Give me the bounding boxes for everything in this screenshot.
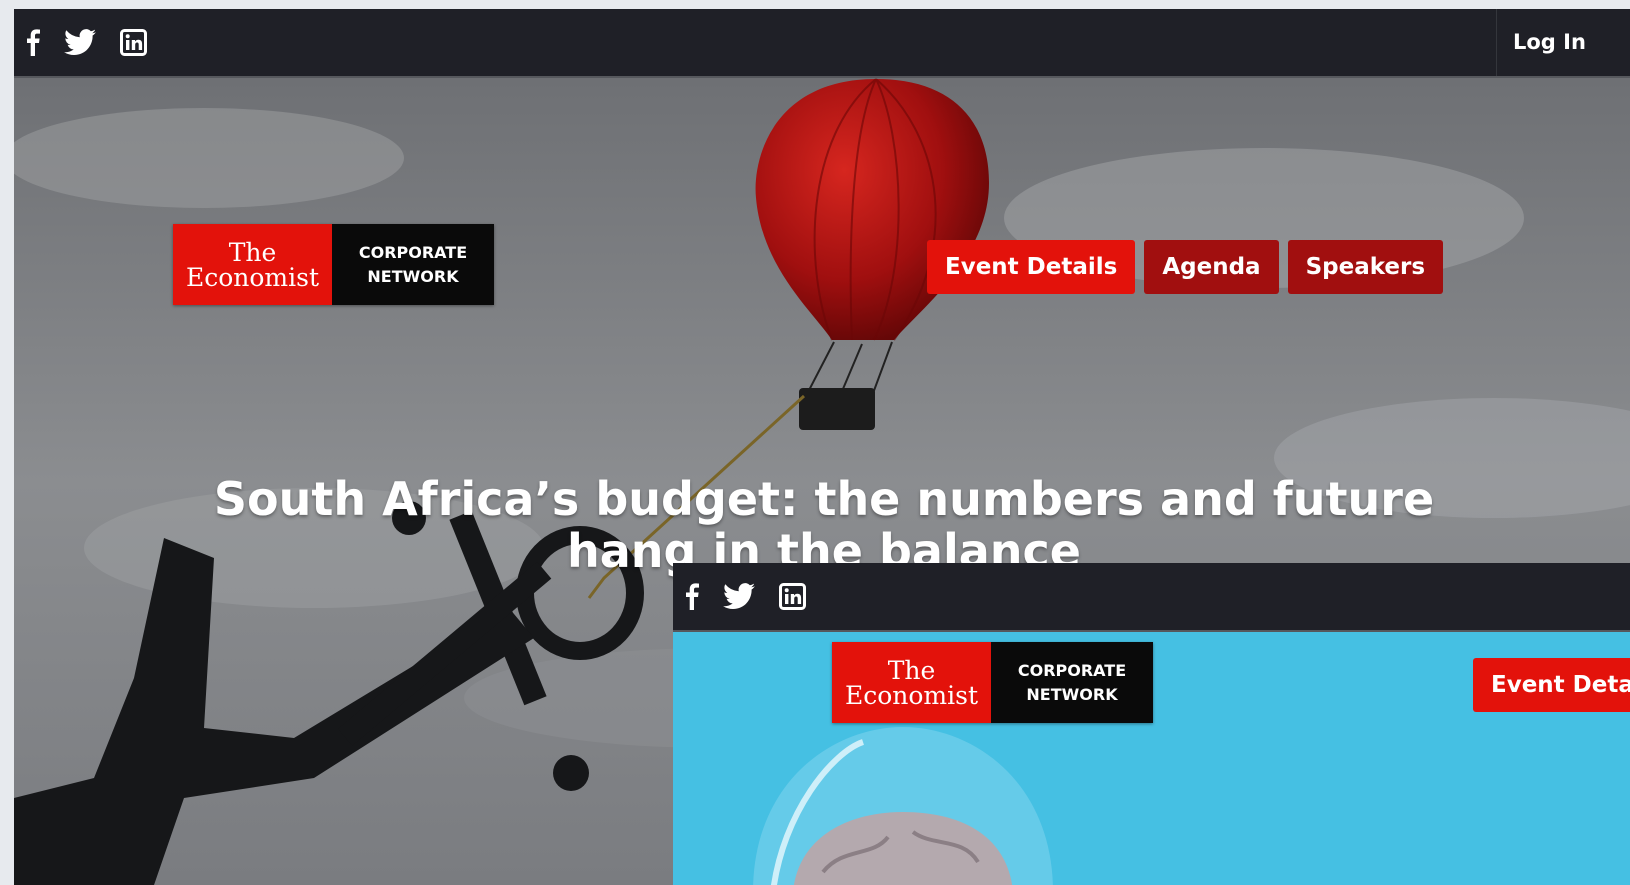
economist-logo[interactable]: The Economist CORPORATE NETWORK (832, 642, 1153, 723)
social-links (26, 28, 171, 56)
nav-event-details[interactable]: Event Details (1473, 658, 1630, 712)
twitter-icon[interactable] (64, 28, 96, 56)
linkedin-icon[interactable] (120, 28, 147, 56)
nav-speakers[interactable]: Speakers (1287, 240, 1444, 294)
nav-agenda[interactable]: Agenda (1144, 240, 1279, 294)
top-bar (673, 563, 1630, 632)
facebook-icon[interactable] (685, 582, 699, 610)
nav-event-details[interactable]: Event Details (927, 240, 1136, 294)
logo-economist: Economist (844, 680, 979, 710)
logo-the: The (887, 655, 936, 685)
logo-corporate: CORPORATE (358, 242, 468, 262)
hero-banner: The Economist CORPORATE NETWORK Event De… (673, 632, 1630, 885)
economist-logo[interactable]: The Economist CORPORATE NETWORK (173, 224, 494, 305)
logo-network: NETWORK (1026, 684, 1118, 704)
event-nav: Event Details (1473, 658, 1630, 712)
event-headline: South Africa’s budget: the numbers and f… (213, 472, 1435, 578)
top-bar: Log In (14, 9, 1630, 78)
linkedin-icon[interactable] (779, 582, 806, 610)
logo-network: NETWORK (367, 266, 459, 286)
logo-economist: Economist (185, 262, 320, 292)
social-links (685, 582, 830, 610)
login-link[interactable]: Log In (1496, 9, 1586, 76)
logo-the: The (228, 237, 277, 267)
logo-corporate: CORPORATE (1017, 660, 1127, 680)
facebook-icon[interactable] (26, 28, 40, 56)
twitter-icon[interactable] (723, 582, 755, 610)
event-page-window-2: The Economist CORPORATE NETWORK Event De… (673, 563, 1630, 885)
event-nav: Event Details Agenda Speakers (927, 240, 1452, 294)
